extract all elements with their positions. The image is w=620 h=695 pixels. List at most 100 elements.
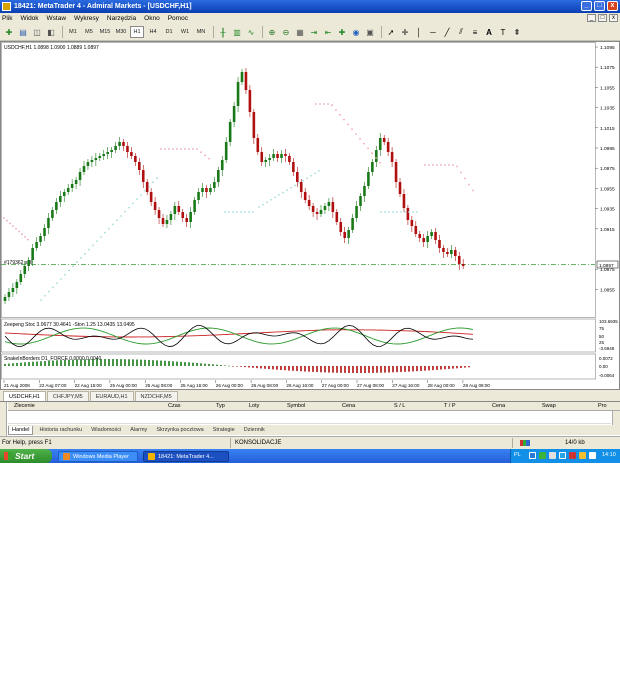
menu-view[interactable]: Widok: [20, 15, 38, 22]
force-bar: [260, 366, 262, 369]
column-take-profit[interactable]: T / P: [444, 403, 456, 409]
resistance-dot: [464, 177, 466, 180]
column-type[interactable]: Typ: [216, 403, 225, 409]
start-button[interactable]: Start: [0, 449, 52, 463]
resistance-dot: [3, 217, 5, 219]
timeframe-m30[interactable]: M30: [114, 26, 128, 38]
language-indicator[interactable]: PL: [514, 452, 521, 458]
terminal-tab-alerts[interactable]: Alarmy: [127, 426, 150, 435]
terminal-tab-trade[interactable]: Handel: [8, 425, 34, 435]
timeframe-mn[interactable]: MN: [194, 26, 208, 38]
chart-tab-chfjpy[interactable]: CHFJPY,M5: [46, 391, 89, 401]
zoom-out-icon[interactable]: ⊖: [280, 26, 292, 38]
maximize-button[interactable]: □: [594, 1, 605, 11]
terminal-tab-journal[interactable]: Dziennik: [241, 426, 268, 435]
mdi-restore-button[interactable]: □: [598, 14, 607, 22]
menu-file[interactable]: Plik: [2, 15, 12, 22]
timeframe-h1[interactable]: H1: [130, 26, 144, 38]
arrows-tool-icon[interactable]: ⇞: [511, 26, 523, 38]
time-label: 25 Aug 00:00: [110, 383, 138, 388]
chart-tab-nzdchf[interactable]: NZDCHF,M5: [134, 391, 178, 401]
periods-icon[interactable]: ◉: [350, 26, 362, 38]
timeframe-w1[interactable]: W1: [178, 26, 192, 38]
clock[interactable]: 14:10: [602, 452, 616, 458]
column-time[interactable]: Czas: [168, 403, 181, 409]
autoscroll-icon[interactable]: ⇥: [308, 26, 320, 38]
resistance-dot: [472, 189, 474, 192]
trendline-icon[interactable]: ╱: [441, 26, 453, 38]
column-lots[interactable]: Loty: [249, 403, 259, 409]
horizontal-line-icon[interactable]: ─: [427, 26, 439, 38]
timeframe-d1[interactable]: D1: [162, 26, 176, 38]
price-chart[interactable]: USDCHF,H1 1.0898 1.0900 1.0889 1.0897#17…: [1, 42, 619, 389]
terminal-tab-experts[interactable]: Strategie: [210, 426, 238, 435]
close-button[interactable]: x: [607, 1, 618, 11]
label-tool-icon[interactable]: T: [497, 26, 509, 38]
menu-tools[interactable]: Narzędzia: [107, 15, 136, 22]
chart-window[interactable]: USDCHF,H1 1.0898 1.0900 1.0889 1.0897 #17…: [0, 41, 620, 390]
new-chart-icon[interactable]: ✚: [3, 26, 15, 38]
text-tool-icon[interactable]: A: [483, 26, 495, 38]
mdi-close-button[interactable]: x: [609, 14, 618, 22]
column-profit[interactable]: Pro: [598, 403, 607, 409]
column-symbol[interactable]: Symbol: [287, 403, 305, 409]
tile-windows-icon[interactable]: ▦: [294, 26, 306, 38]
profiles-icon[interactable]: ▤: [17, 26, 29, 38]
mdi-minimize-button[interactable]: _: [587, 14, 596, 22]
tray-volume-icon[interactable]: [549, 452, 556, 459]
timeframe-m1[interactable]: M1: [66, 26, 80, 38]
timeframe-h4[interactable]: H4: [146, 26, 160, 38]
crosshair-icon[interactable]: ✛: [399, 26, 411, 38]
minimize-button[interactable]: _: [581, 1, 592, 11]
task-media-player[interactable]: Windows Media Player: [58, 451, 138, 462]
tray-security-icon[interactable]: [569, 452, 576, 459]
tray-display-icon[interactable]: [589, 452, 596, 459]
terminal-orders-list[interactable]: [8, 412, 611, 424]
tray-messenger-icon[interactable]: [559, 452, 566, 459]
column-current-price[interactable]: Cena: [492, 403, 505, 409]
vertical-line-icon[interactable]: │: [413, 26, 425, 38]
market-watch-icon[interactable]: ◫: [31, 26, 43, 38]
channel-icon[interactable]: ⫽: [455, 26, 467, 38]
terminal-tab-mailbox[interactable]: Skrzynka pocztowa: [153, 426, 206, 435]
indicators-icon[interactable]: ✚: [336, 26, 348, 38]
task-metatrader[interactable]: 18421: MetaTrader 4...: [143, 451, 229, 462]
candle-body: [74, 180, 78, 184]
line-chart-icon[interactable]: ∿: [245, 26, 257, 38]
timeframe-m5[interactable]: M5: [82, 26, 96, 38]
fibonacci-icon[interactable]: ≡: [469, 26, 481, 38]
bar-chart-icon[interactable]: ╫: [217, 26, 229, 38]
tray-network-icon[interactable]: [539, 452, 546, 459]
chart-tab-usdchf[interactable]: USDCHF,H1: [3, 391, 46, 401]
time-label: 28 Aug 08:00: [463, 383, 491, 388]
column-price[interactable]: Cena: [342, 403, 355, 409]
force-bar: [184, 362, 186, 366]
terminal-tab-account-history[interactable]: Historia rachunku: [36, 426, 85, 435]
chart-shift-icon[interactable]: ⇤: [322, 26, 334, 38]
force-bar: [120, 359, 122, 366]
candlestick-icon[interactable]: ▥: [231, 26, 243, 38]
terminal-scrollbar[interactable]: [612, 411, 620, 425]
templates-icon[interactable]: ▣: [364, 26, 376, 38]
column-order[interactable]: Zlecenie: [14, 403, 35, 409]
terminal-tab-news[interactable]: Wiadomości: [88, 426, 124, 435]
column-stop-loss[interactable]: S / L: [394, 403, 405, 409]
zoom-in-icon[interactable]: ⊕: [266, 26, 278, 38]
resistance-dot: [363, 142, 365, 145]
menu-insert[interactable]: Wstaw: [47, 15, 67, 22]
time-label: 26 Aug 16:00: [286, 383, 314, 388]
menu-charts[interactable]: Wykresy: [74, 15, 99, 22]
timeframe-m15[interactable]: M15: [98, 26, 112, 38]
candle-body: [220, 160, 224, 170]
cursor-icon[interactable]: ➚: [385, 26, 397, 38]
tray-help-icon[interactable]: [529, 452, 536, 459]
tray-updates-icon[interactable]: [579, 452, 586, 459]
chart-tab-euraud[interactable]: EURAUD,H1: [89, 391, 134, 401]
navigator-icon[interactable]: ◧: [45, 26, 57, 38]
force-bar: [148, 359, 150, 366]
candle-body: [86, 162, 90, 166]
column-swap[interactable]: Swap: [542, 403, 556, 409]
menu-window[interactable]: Okno: [144, 15, 160, 22]
support-dot: [408, 211, 410, 213]
menu-help[interactable]: Pomoc: [168, 15, 188, 22]
